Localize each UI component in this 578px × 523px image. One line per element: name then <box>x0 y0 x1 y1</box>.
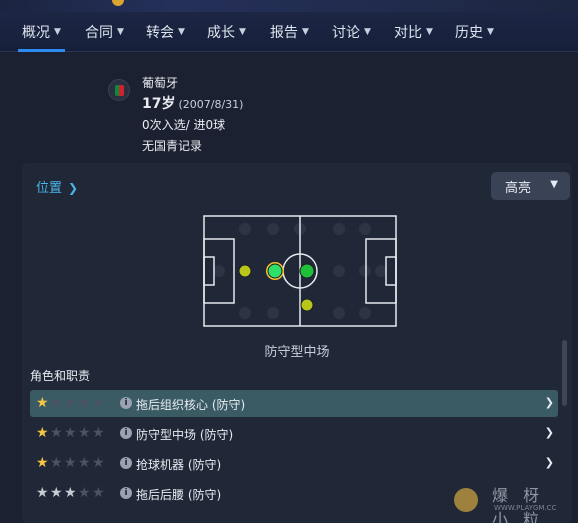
tab-discuss[interactable]: 讨论 ▼ <box>332 12 371 52</box>
tab-overview[interactable]: 概况 ▼ <box>18 12 65 52</box>
chevron-down-icon[interactable]: ❯ <box>545 426 554 439</box>
watermark-logo: 爆 枒 小 粒 WWW.PLAYGM.CC <box>450 480 570 523</box>
star-icon: ★ <box>64 395 77 411</box>
role-name: 抢球机器 (防守) <box>136 458 222 472</box>
star-icon: ★ <box>36 425 49 441</box>
position-link-label: 位置 <box>36 181 63 196</box>
highlight-dropdown[interactable]: 高亮 ▼ <box>491 172 570 200</box>
main-nav: 概况 ▼ 合同 ▼ 转会 ▼ 成长 ▼ 报告 ▼ 讨论 ▼ 对比 ▼ 历史 ▼ <box>0 12 578 52</box>
chevron-down-icon: ▼ <box>364 27 371 37</box>
tab-development[interactable]: 成长 ▼ <box>207 12 246 52</box>
pitch-marker-good <box>299 263 315 279</box>
star-icon: ★ <box>64 485 77 501</box>
star-icon: ★ <box>36 455 49 471</box>
roles-title: 角色和职责 <box>30 369 91 383</box>
role-rating-stars: ★ ★ ★ ★ ★ <box>36 486 106 500</box>
pitch-marker-ok <box>300 298 314 312</box>
tab-history[interactable]: 历史 ▼ <box>455 12 494 52</box>
position-link[interactable]: 位置 ❯ <box>36 177 78 196</box>
tab-reports[interactable]: 报告 ▼ <box>270 12 309 52</box>
top-banner-strip <box>0 0 578 12</box>
star-icon: ★ <box>92 485 105 501</box>
star-icon: ★ <box>50 425 63 441</box>
tab-label: 合同 <box>85 25 113 41</box>
position-pitch <box>203 215 397 327</box>
watermark-text: 爆 枒 小 粒 <box>492 486 545 523</box>
star-icon: ★ <box>36 485 49 501</box>
pitch-caption: 防守型中场 <box>264 345 330 360</box>
star-icon: ★ <box>92 425 105 441</box>
tab-contract[interactable]: 合同 ▼ <box>85 12 124 52</box>
chevron-down-icon: ▼ <box>178 27 185 37</box>
portugal-flag-icon <box>108 79 130 101</box>
pitch-marker-ok <box>238 264 252 278</box>
info-icon[interactable]: i <box>120 427 132 439</box>
tab-label: 对比 <box>394 25 422 41</box>
role-row-ball-winning-midfielder[interactable]: ★ ★ ★ ★ ★ i 抢球机器 (防守) ❯ <box>30 450 558 477</box>
star-icon: ★ <box>50 395 63 411</box>
watermark-url: WWW.PLAYGM.CC <box>494 504 557 512</box>
role-row-deep-lying-playmaker[interactable]: ★ ★ ★ ★ ★ i 拖后组织核心 (防守) ❯ <box>30 390 558 417</box>
star-icon: ★ <box>78 395 91 411</box>
pitch-marker-best <box>267 263 283 279</box>
info-icon[interactable]: i <box>120 457 132 469</box>
star-icon: ★ <box>64 455 77 471</box>
international-caps: 0次入选/ 进0球 <box>142 118 226 132</box>
watermark-emblem-icon <box>454 488 478 512</box>
tab-label: 成长 <box>207 25 235 41</box>
club-badge-icon <box>112 0 124 6</box>
tab-compare[interactable]: 对比 ▼ <box>394 12 433 52</box>
tab-label: 报告 <box>270 25 298 41</box>
player-age: 17岁 <box>142 96 176 112</box>
tab-label: 历史 <box>455 25 483 41</box>
role-row-defensive-midfielder[interactable]: ★ ★ ★ ★ ★ i 防守型中场 (防守) ❯ <box>30 420 558 447</box>
star-icon: ★ <box>50 485 63 501</box>
tab-label: 转会 <box>146 25 174 41</box>
nationality: 葡萄牙 <box>142 76 179 90</box>
star-icon: ★ <box>78 425 91 441</box>
star-icon: ★ <box>50 455 63 471</box>
star-icon: ★ <box>92 455 105 471</box>
birth-date: (2007/8/31) <box>178 98 244 111</box>
chevron-down-icon[interactable]: ❯ <box>545 456 554 469</box>
tab-label: 讨论 <box>332 25 360 41</box>
info-icon[interactable]: i <box>120 487 132 499</box>
role-name: 防守型中场 (防守) <box>136 428 234 442</box>
chevron-down-icon: ▼ <box>550 179 558 190</box>
role-rating-stars: ★ ★ ★ ★ ★ <box>36 426 106 440</box>
chevron-down-icon[interactable]: ❯ <box>545 396 554 409</box>
role-rating-stars: ★ ★ ★ ★ ★ <box>36 396 106 410</box>
chevron-down-icon: ▼ <box>117 27 124 37</box>
info-icon[interactable]: i <box>120 397 132 409</box>
roles-scrollbar[interactable] <box>562 340 567 406</box>
tab-label: 概况 <box>22 25 50 41</box>
main-content: 葡萄牙 17岁 (2007/8/31) 0次入选/ 进0球 无国青记录 位置 ❯ 高… <box>0 53 578 523</box>
age-line: 17岁 (2007/8/31) <box>142 94 243 115</box>
star-icon: ★ <box>64 425 77 441</box>
chevron-down-icon: ▼ <box>302 27 309 37</box>
role-rating-stars: ★ ★ ★ ★ ★ <box>36 456 106 470</box>
chevron-down-icon: ▼ <box>487 27 494 37</box>
chevron-down-icon: ▼ <box>54 27 61 37</box>
role-name: 拖后组织核心 (防守) <box>136 398 246 412</box>
highlight-label: 高亮 <box>505 180 532 196</box>
role-name: 拖后后腰 (防守) <box>136 488 222 502</box>
chevron-down-icon: ▼ <box>426 27 433 37</box>
star-icon: ★ <box>78 455 91 471</box>
tab-transfer[interactable]: 转会 ▼ <box>146 12 185 52</box>
chevron-down-icon: ▼ <box>239 27 246 37</box>
star-icon: ★ <box>36 395 49 411</box>
position-panel: 位置 ❯ 高亮 ▼ 防守型中场 角色和职责 ★ ★ ★ ★ ★ i 拖后组织核心… <box>22 163 572 523</box>
chevron-right-icon: ❯ <box>68 181 79 195</box>
star-icon: ★ <box>92 395 105 411</box>
star-icon: ★ <box>78 485 91 501</box>
youth-record: 无国青记录 <box>142 139 203 153</box>
